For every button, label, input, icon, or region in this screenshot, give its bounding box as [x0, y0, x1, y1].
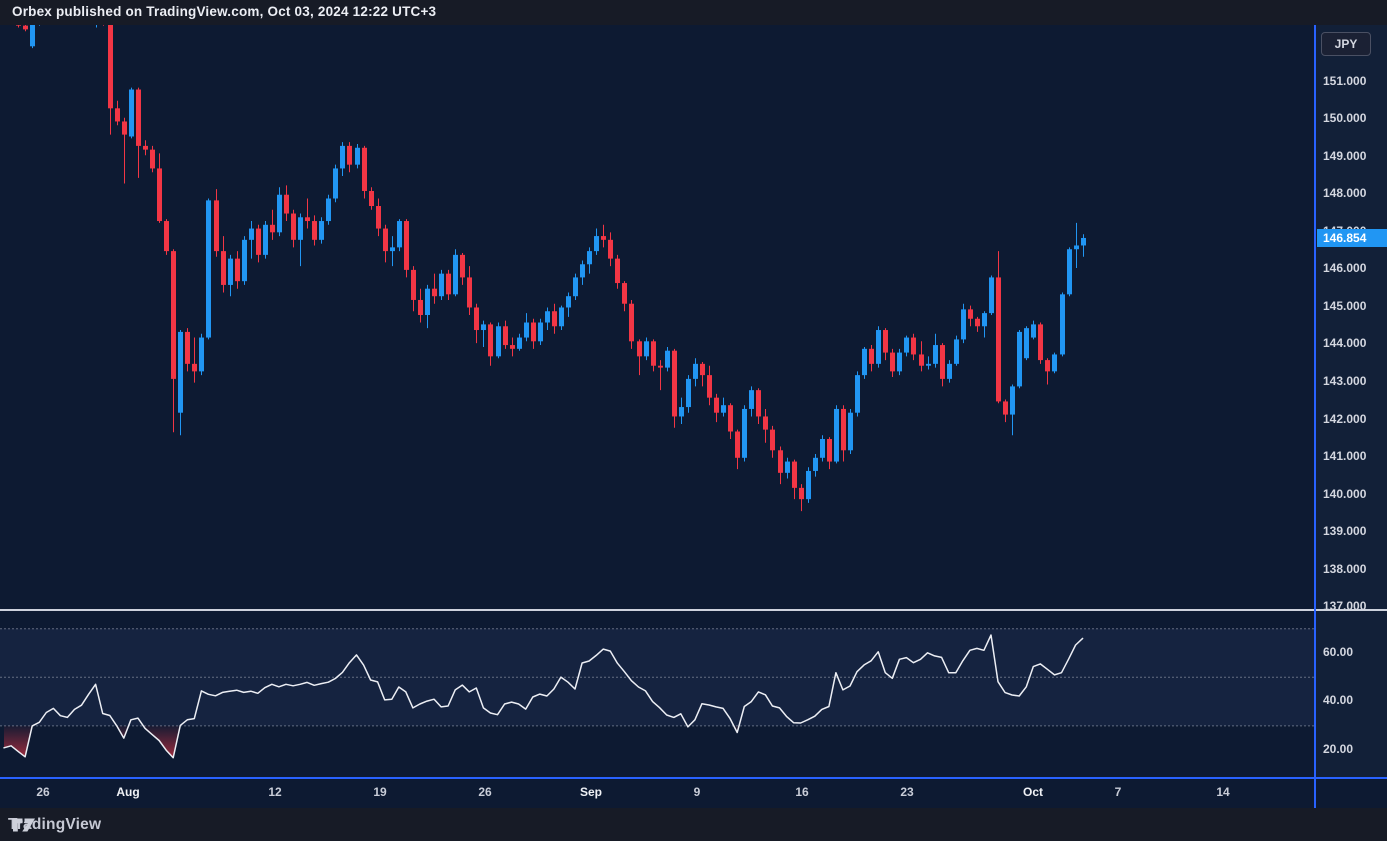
axis-time-label: 23 — [900, 785, 913, 799]
axis-price-label: 40.00 — [1323, 693, 1353, 707]
price-scale-border-line — [1314, 25, 1316, 808]
time-axis[interactable]: 26 Aug 12 19 26 Sep 9 16 23 Oct 7 14 — [0, 779, 1387, 808]
axis-time-label: 19 — [373, 785, 386, 799]
axis-time-label: Sep — [580, 785, 602, 799]
axis-time-label: 9 — [694, 785, 701, 799]
publish-header: Orbex published on TradingView.com, Oct … — [0, 0, 1387, 25]
rsi-pane-canvas[interactable] — [0, 611, 1315, 777]
publish-line: Orbex published on TradingView.com, Oct … — [12, 4, 436, 19]
axis-time-label: 12 — [268, 785, 281, 799]
pane-separator[interactable] — [0, 609, 1387, 611]
axis-time-label: 26 — [478, 785, 491, 799]
tradingview-chart-window: Orbex published on TradingView.com, Oct … — [0, 0, 1387, 841]
axis-time-label: Oct — [1023, 785, 1043, 799]
axis-time-label: 26 — [36, 785, 49, 799]
tradingview-logo-icon[interactable] — [12, 817, 36, 833]
axis-time-label: Aug — [116, 785, 139, 799]
axis-time-label: 7 — [1115, 785, 1122, 799]
rsi-axis[interactable]: 60.00 40.00 20.00 — [1317, 0, 1387, 780]
axis-price-label: 60.00 — [1323, 645, 1353, 659]
price-pane-canvas[interactable] — [0, 25, 1315, 609]
time-scale-border-line — [0, 777, 1387, 779]
axis-time-label: 16 — [795, 785, 808, 799]
axis-time-label: 14 — [1216, 785, 1229, 799]
footer-bar: TradingView — [0, 808, 1387, 841]
axis-price-label: 20.00 — [1323, 742, 1353, 756]
